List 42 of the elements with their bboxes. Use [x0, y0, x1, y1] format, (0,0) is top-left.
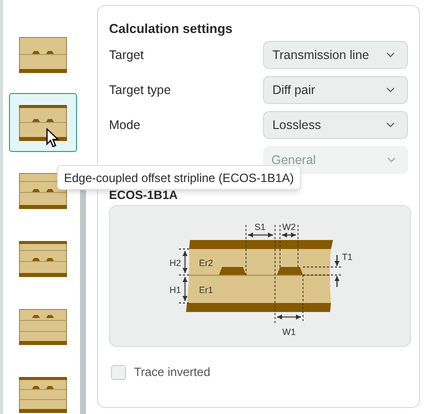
- dimension-label: T1: [342, 252, 353, 262]
- stackup-icon: [19, 104, 67, 140]
- dimension-label: Er1: [199, 285, 214, 295]
- dimension-arrow: [182, 277, 188, 301]
- dimension-arrow: [334, 276, 340, 287]
- dropdown[interactable]: Lossless: [263, 111, 408, 139]
- stackup-icon: [19, 308, 67, 344]
- field-label: Target type: [109, 82, 172, 99]
- dimension-arrow: [282, 232, 296, 238]
- tooltip: Edge-coupled offset stripline (ECOS-1B1A): [57, 165, 301, 190]
- extension-line: [178, 248, 192, 250]
- chevron-down-icon: [386, 122, 395, 128]
- chevron-down-icon: [387, 157, 396, 163]
- dimension-arrow: [248, 232, 273, 238]
- stackup-option[interactable]: [9, 93, 77, 152]
- field-label: Target: [109, 46, 145, 64]
- stackup-icon: [19, 172, 67, 208]
- panel-title: Calculation settings: [109, 20, 234, 38]
- structure-title: ECOS-1B1A: [109, 187, 179, 203]
- extension-line: [178, 302, 192, 304]
- chevron-down-icon: [386, 87, 395, 93]
- dimension-arrow: [182, 251, 188, 273]
- dimension-label: H2: [169, 258, 181, 268]
- checkbox-label: Trace inverted: [134, 364, 210, 381]
- extension-line: [302, 266, 342, 268]
- dimension-label: H1: [169, 285, 181, 295]
- stackup-icon: [19, 240, 67, 276]
- cursor-icon: [46, 128, 60, 148]
- chevron-down-icon: [386, 52, 395, 58]
- dimension-arrow: [334, 255, 340, 266]
- checkbox[interactable]: [111, 364, 126, 380]
- dropdown[interactable]: Transmission line: [263, 41, 408, 69]
- dimension-label: W1: [282, 327, 296, 337]
- stackup-icon: [19, 376, 67, 412]
- dimension-label: Er2: [199, 258, 214, 268]
- dropdown[interactable]: Diff pair: [263, 76, 408, 104]
- field-label: Mode: [109, 116, 142, 134]
- extension-line: [178, 274, 192, 276]
- dimension-label: S1: [254, 222, 266, 232]
- dimension-label: W2: [282, 222, 296, 232]
- dimension-arrow: [277, 314, 301, 320]
- stackup-icon: [19, 36, 67, 72]
